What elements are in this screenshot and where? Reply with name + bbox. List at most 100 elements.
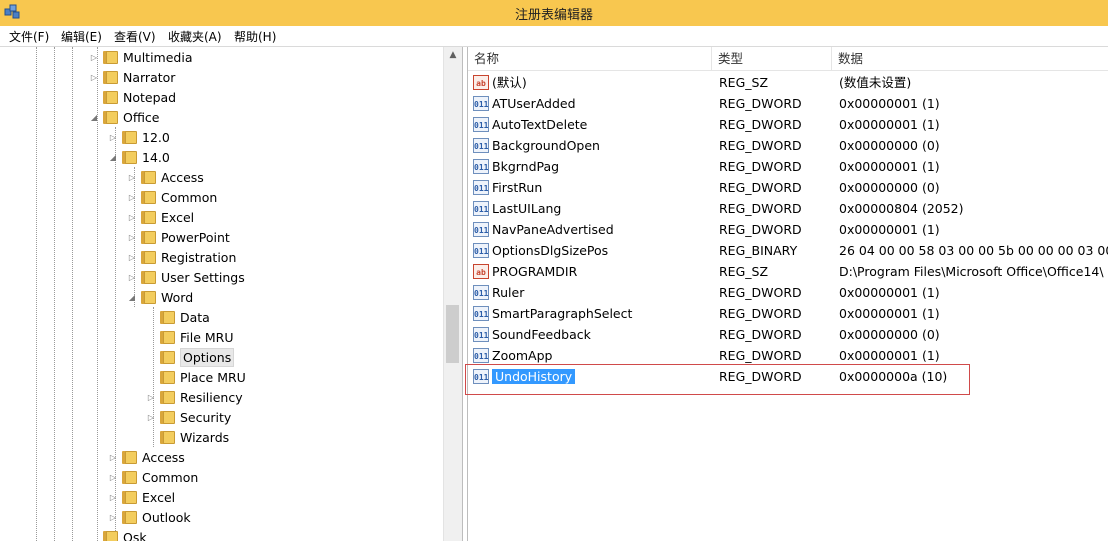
collapse-arrow-icon[interactable]: ◢ <box>89 108 99 128</box>
tree-item[interactable]: ▷ Excel <box>0 488 440 508</box>
value-row[interactable]: 011 OptionsDlgSizePos REG_BINARY 26 04 00 0… <box>468 240 1108 261</box>
tree-item[interactable]: ◢ Office <box>0 108 440 128</box>
folder-icon <box>160 431 175 444</box>
registry-values-list[interactable]: 名称 类型 数据 ab (默认) REG_SZ (数值未设置) 011 ATUserAdd… <box>467 47 1108 541</box>
column-header-type[interactable]: 类型 <box>712 47 832 71</box>
value-row[interactable]: 011 BkgrndPag REG_DWORD 0x00000001 (1) <box>468 156 1108 177</box>
tree-item[interactable]: ▷ Excel <box>0 208 440 228</box>
tree-item-label: Office <box>123 110 160 125</box>
expand-arrow-icon[interactable]: ▷ <box>108 508 118 528</box>
value-data: D:\Program Files\Microsoft Office\Office… <box>839 264 1104 279</box>
collapse-arrow-icon[interactable]: ◢ <box>108 148 118 168</box>
binary-value-icon: 011 <box>473 201 489 216</box>
value-name: NavPaneAdvertised <box>492 219 614 240</box>
tree-item[interactable]: ◢ 14.0 <box>0 148 440 168</box>
tree-item[interactable]: ▷ Common <box>0 468 440 488</box>
tree-item[interactable]: ▷ 12.0 <box>0 128 440 148</box>
scroll-thumb[interactable] <box>446 305 459 363</box>
value-row[interactable]: ab PROGRAMDIR REG_SZ D:\Program Files\Micro… <box>468 261 1108 282</box>
value-row[interactable]: 011 SoundFeedback REG_DWORD 0x00000000 (0) <box>468 324 1108 345</box>
tree-item[interactable]: ▷ Resiliency <box>0 388 440 408</box>
tree-item[interactable]: File MRU <box>0 328 440 348</box>
value-row[interactable]: ab (默认) REG_SZ (数值未设置) <box>468 72 1108 93</box>
tree-item-label: Access <box>142 450 185 465</box>
expand-arrow-icon[interactable]: ▷ <box>127 208 137 228</box>
expand-arrow-icon[interactable]: ▷ <box>89 68 99 88</box>
value-type: REG_DWORD <box>719 180 802 195</box>
menu-edit[interactable]: 编辑(E) <box>59 28 104 45</box>
tree-item[interactable]: ▷ User Settings <box>0 268 440 288</box>
value-row[interactable]: 011 ATUserAdded REG_DWORD 0x00000001 (1) <box>468 93 1108 114</box>
tree-item[interactable]: Data <box>0 308 440 328</box>
value-name: BkgrndPag <box>492 156 559 177</box>
expand-arrow-icon[interactable]: ▷ <box>108 468 118 488</box>
value-row[interactable]: 011 SmartParagraphSelect REG_DWORD 0x000000… <box>468 303 1108 324</box>
tree-item[interactable]: Place MRU <box>0 368 440 388</box>
value-row[interactable]: 011 Ruler REG_DWORD 0x00000001 (1) <box>468 282 1108 303</box>
expand-arrow-icon[interactable]: ▷ <box>127 228 137 248</box>
value-type: REG_DWORD <box>719 348 802 363</box>
value-row[interactable]: 011 ZoomApp REG_DWORD 0x00000001 (1) <box>468 345 1108 366</box>
value-data: 0x00000000 (0) <box>839 180 940 195</box>
menu-help[interactable]: 帮助(H) <box>232 28 278 45</box>
tree-item-label: 12.0 <box>142 130 170 145</box>
value-type: REG_SZ <box>719 264 769 279</box>
expand-arrow-icon[interactable]: ▷ <box>146 408 156 428</box>
column-header-name[interactable]: 名称 <box>468 47 712 71</box>
expand-arrow-icon[interactable]: ▷ <box>108 448 118 468</box>
value-row[interactable]: 011 NavPaneAdvertised REG_DWORD 0x00000001 … <box>468 219 1108 240</box>
expand-arrow-icon[interactable]: ▷ <box>108 488 118 508</box>
annotation-highlight-box <box>465 364 970 395</box>
menu-bar: 文件(F) 编辑(E) 查看(V) 收藏夹(A) 帮助(H) <box>0 26 1108 47</box>
value-name-text: FirstRun <box>492 180 543 195</box>
value-data: (数值未设置) <box>839 75 912 90</box>
registry-key-tree[interactable]: ▲ ▷ Multimedia ▷ Narrator Notepad ◢ Office ▷ 12.… <box>0 47 463 541</box>
value-type: REG_BINARY <box>719 243 798 258</box>
tree-item[interactable]: ◢ Word <box>0 288 440 308</box>
tree-vertical-scrollbar[interactable]: ▲ <box>443 47 462 541</box>
expand-arrow-icon[interactable]: ▷ <box>108 128 118 148</box>
tree-item[interactable]: ▷ PowerPoint <box>0 228 440 248</box>
value-name: OptionsDlgSizePos <box>492 240 608 261</box>
tree-item[interactable]: ▷ Access <box>0 168 440 188</box>
tree-item[interactable]: ▷ Multimedia <box>0 48 440 68</box>
tree-item-label: Excel <box>161 210 195 225</box>
menu-favorites[interactable]: 收藏夹(A) <box>166 28 224 45</box>
tree-item-label: File MRU <box>180 330 234 345</box>
expand-arrow-icon[interactable]: ▷ <box>127 248 137 268</box>
tree-item[interactable]: Notepad <box>0 88 440 108</box>
tree-item[interactable]: ▷ Outlook <box>0 508 440 528</box>
scroll-up-arrow-icon[interactable]: ▲ <box>444 47 462 64</box>
expand-arrow-icon[interactable]: ▷ <box>146 388 156 408</box>
tree-item[interactable]: ▷ Narrator <box>0 68 440 88</box>
tree-item[interactable]: Osk <box>0 528 440 541</box>
collapse-arrow-icon[interactable]: ◢ <box>127 288 137 308</box>
menu-view[interactable]: 查看(V) <box>112 28 158 45</box>
expand-arrow-icon[interactable]: ▷ <box>127 168 137 188</box>
value-row[interactable]: 011 FirstRun REG_DWORD 0x00000000 (0) <box>468 177 1108 198</box>
tree-item[interactable]: ▷ Access <box>0 448 440 468</box>
tree-item[interactable]: ▷ Security <box>0 408 440 428</box>
tree-item[interactable]: Wizards <box>0 428 440 448</box>
tree-item[interactable]: ▷ Common <box>0 188 440 208</box>
folder-icon <box>122 131 137 144</box>
folder-icon <box>122 471 137 484</box>
tree-item[interactable]: Options <box>0 348 440 368</box>
value-name-text: AutoTextDelete <box>492 117 588 132</box>
value-row[interactable]: 011 BackgroundOpen REG_DWORD 0x00000000 (0) <box>468 135 1108 156</box>
folder-icon <box>141 191 156 204</box>
folder-icon <box>141 171 156 184</box>
column-header-data[interactable]: 数据 <box>832 47 1108 71</box>
window-title: 注册表编辑器 <box>514 8 593 23</box>
value-type: REG_DWORD <box>719 222 802 237</box>
tree-item-label: Osk <box>123 530 147 541</box>
value-data: 0x00000001 (1) <box>839 159 940 174</box>
folder-icon <box>160 311 175 324</box>
value-row[interactable]: 011 AutoTextDelete REG_DWORD 0x00000001 (1) <box>468 114 1108 135</box>
expand-arrow-icon[interactable]: ▷ <box>127 268 137 288</box>
expand-arrow-icon[interactable]: ▷ <box>127 188 137 208</box>
tree-item[interactable]: ▷ Registration <box>0 248 440 268</box>
menu-file[interactable]: 文件(F) <box>7 28 51 45</box>
value-row[interactable]: 011 LastUILang REG_DWORD 0x00000804 (2052) <box>468 198 1108 219</box>
expand-arrow-icon[interactable]: ▷ <box>89 48 99 68</box>
